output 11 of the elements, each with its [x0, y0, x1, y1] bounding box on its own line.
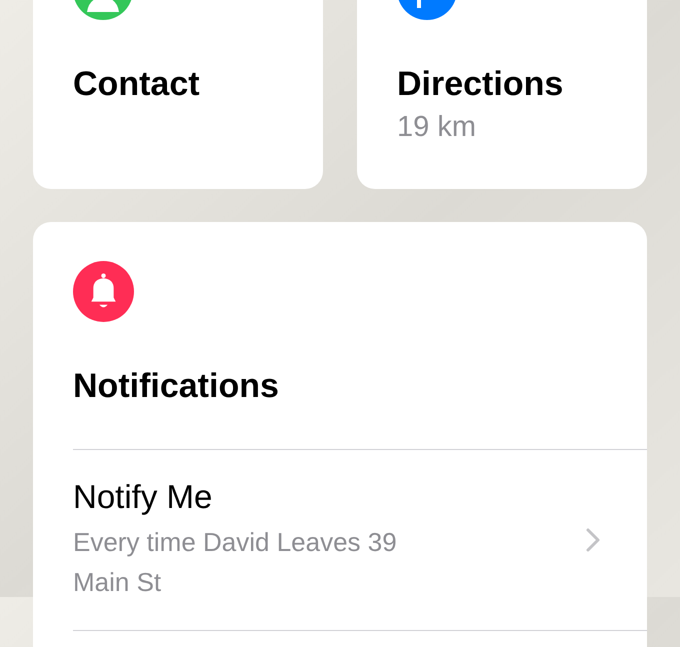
card-title: Contact [73, 64, 201, 104]
action-card[interactable]: Directions 19 km [357, 0, 647, 189]
chevron-icon [585, 527, 601, 553]
notify-row[interactable]: Notify Me Every time David Leaves 39 Main St [73, 450, 647, 631]
row-title: Notify Me [73, 478, 214, 516]
section-title: Notifications [73, 366, 280, 406]
card-title: Directions [397, 64, 564, 104]
bell-icon [73, 261, 134, 322]
row-subtitle: Every time David Leaves 39 Main St [73, 526, 398, 599]
action-card[interactable]: Contact [33, 0, 323, 189]
distance-label: 19 km [397, 110, 477, 144]
